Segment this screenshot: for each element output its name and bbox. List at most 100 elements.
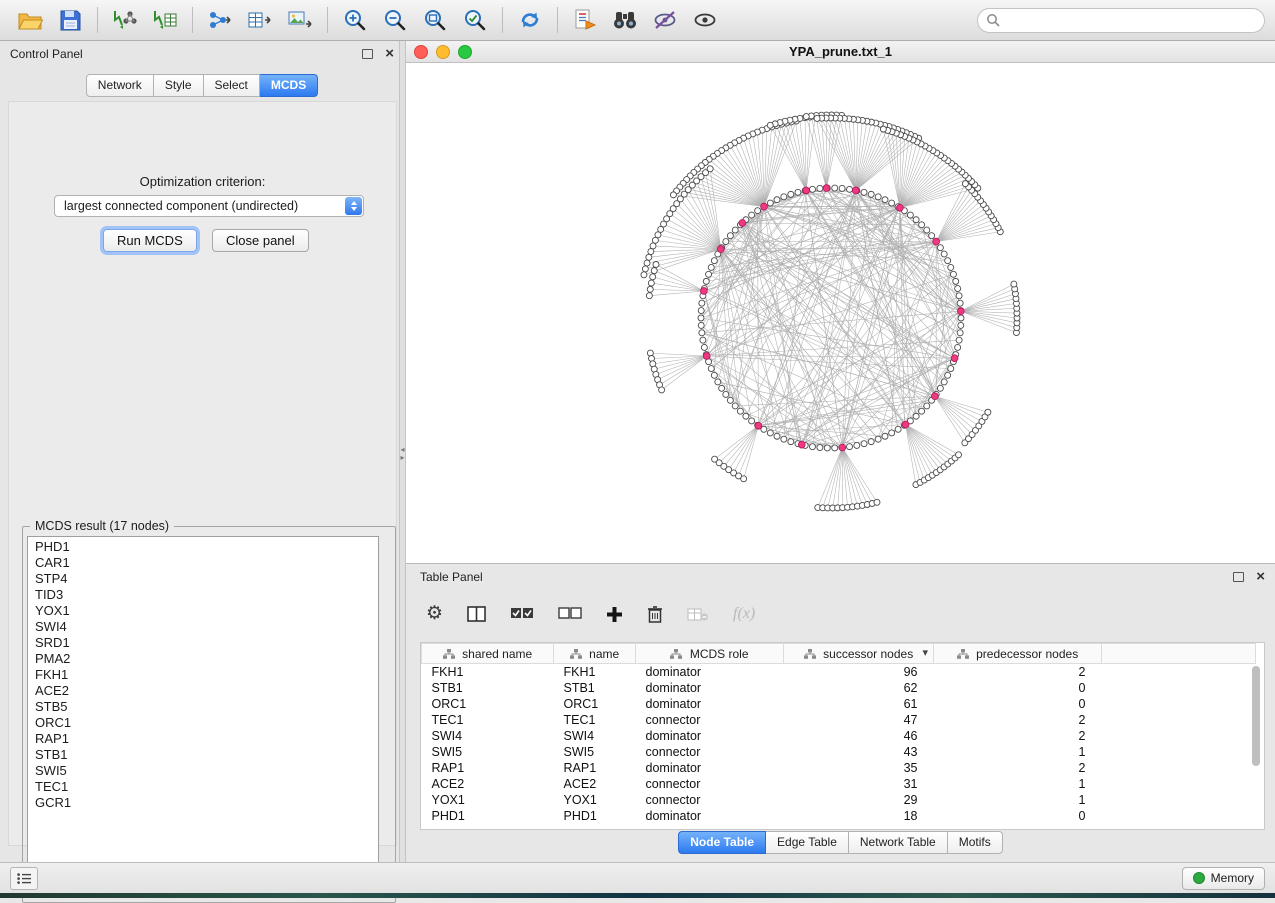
table-cell[interactable]: 96 (784, 664, 934, 681)
table-cell[interactable]: ACE2 (422, 776, 554, 792)
open-file-button[interactable] (10, 3, 50, 37)
table-cell[interactable]: connector (636, 792, 784, 808)
table-cell[interactable]: dominator (636, 664, 784, 681)
mcds-result-item[interactable]: YOX1 (28, 603, 378, 619)
column-header-shared-name[interactable]: shared name (422, 644, 554, 664)
network-canvas[interactable] (406, 63, 1275, 563)
table-cell[interactable]: SWI4 (554, 728, 636, 744)
table-cell[interactable]: 47 (784, 712, 934, 728)
table-cell[interactable]: PHD1 (554, 808, 636, 824)
mcds-result-item[interactable]: CAR1 (28, 555, 378, 571)
share-document-button[interactable] (565, 3, 605, 37)
table-row[interactable]: ACE2ACE2connector311 (422, 776, 1256, 792)
sort-dropdown-icon[interactable]: ▾ (922, 646, 928, 659)
search-binoculars-button[interactable] (605, 3, 645, 37)
vertical-splitter[interactable]: ◂▸ (399, 41, 406, 862)
mcds-result-item[interactable]: SRD1 (28, 635, 378, 651)
show-graphics-details-button[interactable] (685, 3, 725, 37)
table-cell[interactable]: PHD1 (422, 808, 554, 824)
refresh-view-button[interactable] (510, 3, 550, 37)
table-row[interactable]: RAP1RAP1dominator352 (422, 760, 1256, 776)
table-cell[interactable]: 2 (934, 728, 1102, 744)
close-panel-icon[interactable]: × (385, 48, 394, 60)
export-image-button[interactable] (280, 3, 320, 37)
table-row[interactable]: STB1STB1dominator620 (422, 680, 1256, 696)
zoom-out-button[interactable] (375, 3, 415, 37)
tab-mcds[interactable]: MCDS (260, 74, 318, 97)
table-cell[interactable]: FKH1 (554, 664, 636, 681)
deselect-all-icon[interactable] (558, 607, 582, 621)
close-panel-button[interactable]: Close panel (212, 229, 309, 252)
column-header-successor-nodes[interactable]: successor nodes ▾ (784, 644, 934, 664)
mcds-result-item[interactable]: SWI4 (28, 619, 378, 635)
import-network-button[interactable] (105, 3, 145, 37)
table-cell[interactable]: 31 (784, 776, 934, 792)
delete-row-icon[interactable] (647, 605, 663, 623)
mcds-result-list[interactable]: PHD1CAR1STP4TID3YOX1SWI4SRD1PMA2FKH1ACE2… (27, 536, 379, 898)
status-menu-button[interactable] (10, 867, 38, 890)
table-cell[interactable]: ACE2 (554, 776, 636, 792)
table-cell[interactable]: RAP1 (422, 760, 554, 776)
table-cell[interactable]: YOX1 (554, 792, 636, 808)
table-cell[interactable]: TEC1 (554, 712, 636, 728)
table-row[interactable]: SWI5SWI5connector431 (422, 744, 1256, 760)
column-header-mcds-role[interactable]: MCDS role (636, 644, 784, 664)
zoom-in-button[interactable] (335, 3, 375, 37)
table-cell[interactable]: 62 (784, 680, 934, 696)
table-cell[interactable]: ORC1 (554, 696, 636, 712)
run-mcds-button[interactable]: Run MCDS (103, 229, 197, 252)
mcds-result-item[interactable]: PMA2 (28, 651, 378, 667)
table-cell[interactable]: 0 (934, 808, 1102, 824)
global-search-field[interactable] (977, 8, 1265, 33)
table-cell[interactable]: dominator (636, 808, 784, 824)
table-cell[interactable]: 2 (934, 712, 1102, 728)
mcds-result-item[interactable]: GCR1 (28, 795, 378, 811)
memory-button[interactable]: Memory (1182, 867, 1265, 890)
zoom-fit-button[interactable] (415, 3, 455, 37)
table-settings-gear-icon[interactable]: ⚙ (426, 604, 443, 624)
column-header-name[interactable]: name (554, 644, 636, 664)
table-cell[interactable]: ORC1 (422, 696, 554, 712)
save-session-button[interactable] (50, 3, 90, 37)
tab-style[interactable]: Style (154, 74, 204, 97)
table-cell[interactable]: 29 (784, 792, 934, 808)
table-scrollbar[interactable] (1250, 664, 1262, 826)
table-row[interactable]: PHD1PHD1dominator180 (422, 808, 1256, 824)
table-cell[interactable]: 0 (934, 696, 1102, 712)
table-cell[interactable]: 43 (784, 744, 934, 760)
table-cell[interactable]: connector (636, 712, 784, 728)
import-table-button[interactable] (145, 3, 185, 37)
column-header-predecessor-nodes[interactable]: predecessor nodes (934, 644, 1102, 664)
table-cell[interactable]: SWI5 (422, 744, 554, 760)
table-cell[interactable]: TEC1 (422, 712, 554, 728)
table-row[interactable]: SWI4SWI4dominator462 (422, 728, 1256, 744)
table-cell[interactable]: 61 (784, 696, 934, 712)
table-cell[interactable]: 2 (934, 760, 1102, 776)
table-cell[interactable]: dominator (636, 696, 784, 712)
table-cell[interactable]: connector (636, 744, 784, 760)
table-cell[interactable]: dominator (636, 680, 784, 696)
mcds-result-item[interactable]: STP4 (28, 571, 378, 587)
table-cell[interactable]: RAP1 (554, 760, 636, 776)
table-cell[interactable]: 1 (934, 792, 1102, 808)
export-network-button[interactable] (200, 3, 240, 37)
table-cell[interactable]: SWI5 (554, 744, 636, 760)
mcds-result-item[interactable]: TEC1 (28, 779, 378, 795)
close-panel-icon[interactable]: × (1256, 571, 1265, 583)
table-cell[interactable]: connector (636, 776, 784, 792)
table-cell[interactable]: FKH1 (422, 664, 554, 681)
tab-network-table[interactable]: Network Table (849, 831, 948, 854)
float-panel-icon[interactable] (1233, 572, 1244, 582)
mcds-result-item[interactable]: RAP1 (28, 731, 378, 747)
table-cell[interactable]: 2 (934, 664, 1102, 681)
table-cell[interactable]: dominator (636, 728, 784, 744)
network-window-titlebar[interactable]: YPA_prune.txt_1 (406, 41, 1275, 63)
mcds-result-item[interactable]: FKH1 (28, 667, 378, 683)
tab-edge-table[interactable]: Edge Table (766, 831, 849, 854)
table-cell[interactable]: dominator (636, 760, 784, 776)
add-row-icon[interactable] (606, 606, 623, 623)
export-table-button[interactable] (240, 3, 280, 37)
table-cell[interactable]: 35 (784, 760, 934, 776)
mcds-result-item[interactable]: ORC1 (28, 715, 378, 731)
mcds-result-item[interactable]: ACE2 (28, 683, 378, 699)
